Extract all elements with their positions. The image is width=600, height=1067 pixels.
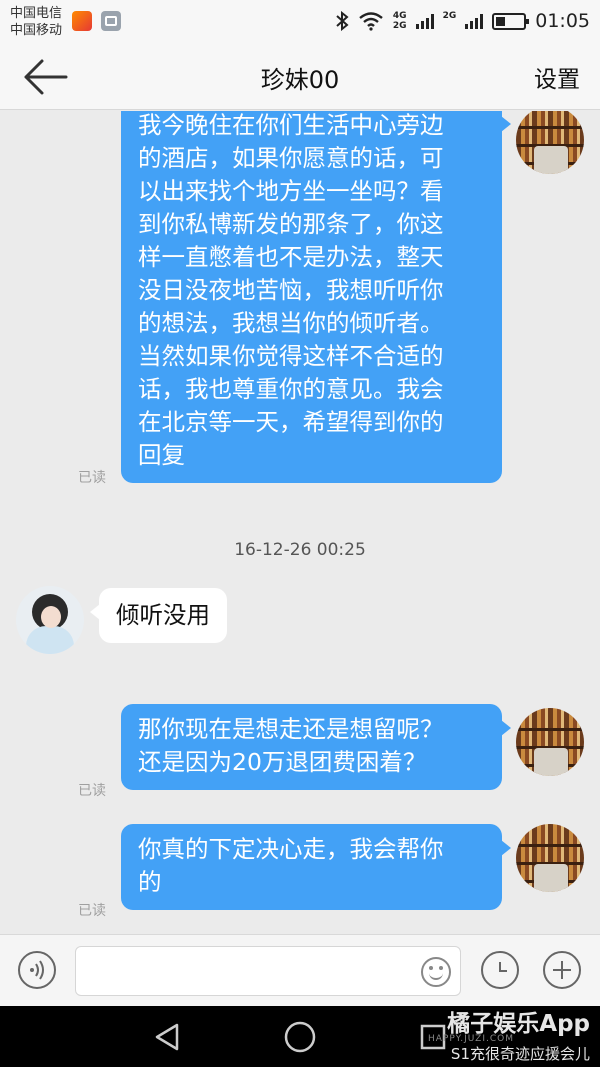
plus-button[interactable] xyxy=(543,951,581,989)
voice-icon xyxy=(30,960,44,980)
message-line: 在北京等一天，希望得到你的 xyxy=(138,408,444,436)
signal-icon xyxy=(415,13,434,29)
message-bubble-outgoing[interactable]: 我今晚住在你们生活中心旁边 的酒店，如果你愿意的话，可 以出来找个地方坐一坐吗？… xyxy=(121,111,511,483)
contact-avatar[interactable] xyxy=(16,586,84,654)
message-line: 我今晚住在你们生活中心旁边 xyxy=(138,111,444,139)
message-bubble-outgoing[interactable]: 你真的下定决心走，我会帮你 的 xyxy=(121,824,511,910)
status-bar: 中国电信 中国移动 4G 2G 2G 01:05 xyxy=(0,0,600,44)
carrier-labels: 中国电信 中国移动 xyxy=(10,5,62,39)
message-bubble-incoming[interactable]: 倾听没用 xyxy=(90,588,227,643)
message-bubble-outgoing[interactable]: 那你现在是想走还是想留呢？ 还是因为20万退团费困着？ xyxy=(121,704,511,790)
status-icons: 4G 2G 2G 01:05 xyxy=(335,8,590,34)
message-line: 回复 xyxy=(138,441,185,469)
watermark: 橘子娱乐App HAPPY.JUZI.COM S1充很奇迹应援会儿 xyxy=(428,1010,590,1064)
avatar-face xyxy=(41,606,61,628)
my-avatar[interactable] xyxy=(516,824,584,892)
battery-icon xyxy=(492,12,530,30)
message-line: 以出来找个地方坐一坐吗？看 xyxy=(138,177,444,205)
network-type-a: 4G 2G xyxy=(393,11,407,31)
gallery-notification-icon xyxy=(101,11,121,31)
notification-app-icon xyxy=(72,11,92,31)
status-time: 01:05 xyxy=(535,10,590,32)
watermark-credit: S1充很奇迹应援会儿 xyxy=(450,1045,590,1063)
carrier-1: 中国电信 xyxy=(10,6,63,21)
network-label-1: 4G xyxy=(392,11,407,21)
message-text: 倾听没用 xyxy=(116,601,210,629)
settings-button[interactable]: 设置 xyxy=(534,60,580,94)
system-nav-bar: 橘子娱乐App HAPPY.JUZI.COM S1充很奇迹应援会儿 xyxy=(0,1006,600,1067)
message-line: 那你现在是想走还是想留呢？ xyxy=(138,715,444,743)
watermark-url: HAPPY.JUZI.COM xyxy=(427,1034,514,1044)
chat-header: 珍妹00 设置 xyxy=(0,44,600,110)
signal-icon-2 xyxy=(465,13,484,29)
chat-area[interactable]: 我今晚住在你们生活中心旁边 的酒店，如果你愿意的话，可 以出来找个地方坐一坐吗？… xyxy=(0,111,600,934)
read-receipt: 已读 xyxy=(78,903,106,919)
message-line: 还是因为20万退团费困着？ xyxy=(138,748,427,776)
read-receipt: 已读 xyxy=(78,783,106,799)
voice-button[interactable] xyxy=(18,951,56,989)
emoji-icon[interactable] xyxy=(421,957,451,987)
bluetooth-icon xyxy=(336,11,349,31)
read-receipt: 已读 xyxy=(78,470,106,486)
nav-back-icon[interactable] xyxy=(153,1022,181,1052)
input-bar xyxy=(0,934,600,1006)
clock-button[interactable] xyxy=(481,951,519,989)
message-line: 的酒店，如果你愿意的话，可 xyxy=(138,144,444,172)
message-timestamp: 16-12-26 00:25 xyxy=(234,540,366,560)
message-line: 没日没夜地苦恼，我想听听你 xyxy=(138,276,444,304)
network-type-b: 2G xyxy=(443,11,457,31)
nav-home-icon[interactable] xyxy=(283,1020,317,1054)
message-input[interactable] xyxy=(75,946,461,996)
network-label-2: 2G xyxy=(392,21,407,31)
clock-icon xyxy=(499,962,507,972)
wifi-icon xyxy=(359,12,383,31)
my-avatar[interactable] xyxy=(516,111,584,174)
network-label-3: 2G xyxy=(442,11,457,21)
message-line: 样一直憋着也不是办法，整天 xyxy=(138,243,444,271)
chat-title: 珍妹00 xyxy=(260,66,340,94)
plus-icon xyxy=(553,961,571,979)
message-line: 的 xyxy=(138,868,162,896)
my-avatar[interactable] xyxy=(516,708,584,776)
message-line: 话，我也尊重你的意见。我会 xyxy=(138,375,444,403)
message-line: 当然如果你觉得这样不合适的 xyxy=(138,342,444,370)
message-line: 你真的下定决心走，我会帮你 xyxy=(138,835,444,863)
message-line: 的想法，我想当你的倾听者。 xyxy=(138,309,444,337)
carrier-2: 中国移动 xyxy=(10,23,63,38)
message-line: 到你私博新发的那条了，你这 xyxy=(138,210,444,238)
